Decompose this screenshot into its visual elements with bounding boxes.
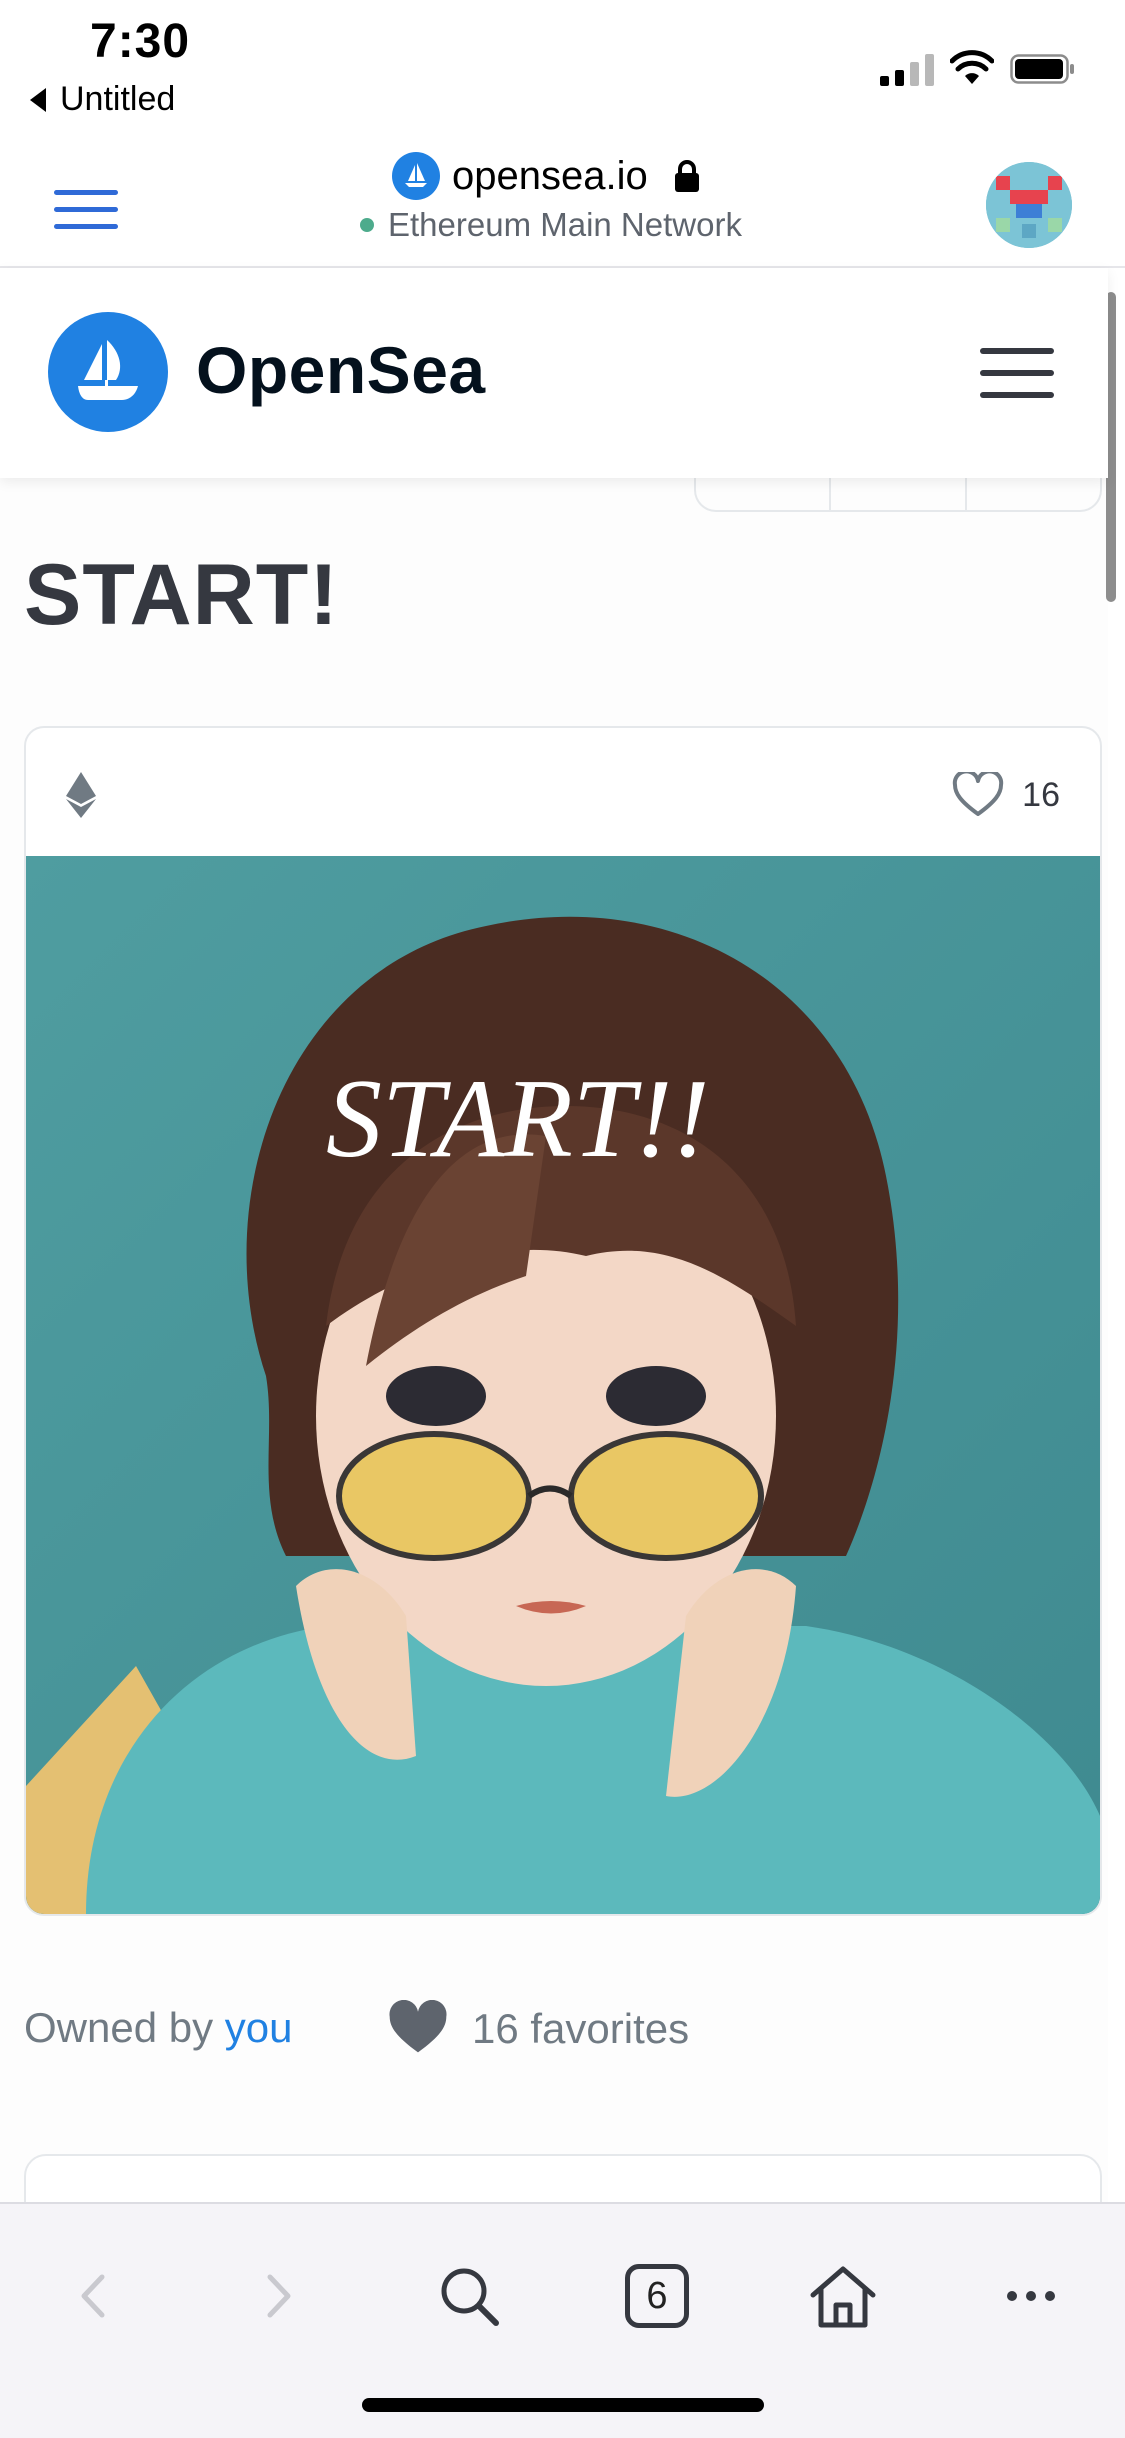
more-button[interactable] [986,2256,1076,2336]
heart-outline-icon [953,772,1004,816]
opensea-logo-icon[interactable] [48,312,168,432]
opensea-favicon-icon [392,152,440,200]
favorites-label: 16 favorites [472,2005,690,2052]
tabs-button[interactable]: 6 [612,2256,702,2336]
favorite-button[interactable]: 16 [952,772,1060,818]
back-link-label: Untitled [60,80,176,118]
account-avatar[interactable] [986,162,1072,248]
item-card: 16 START!! [24,726,1102,1916]
home-indicator[interactable] [362,2398,764,2412]
chevron-left-icon [81,2274,105,2318]
status-time: 7:30 [90,15,191,68]
search-icon [441,2268,499,2326]
tabs-icon: 6 [625,2264,689,2328]
favorite-count: 16 [1022,775,1060,814]
item-title: START! [24,547,339,643]
back-triangle-icon [30,87,46,112]
more-icon [1007,2291,1055,2301]
network-name: Ethereum Main Network [388,206,742,243]
network-status-dot [360,218,374,232]
wallet-browser-header: opensea.io Ethereum Main Network [0,150,1125,268]
search-button[interactable] [424,2256,514,2336]
network-indicator[interactable]: Ethereum Main Network [360,206,742,244]
cellular-signal-icon [880,52,934,86]
site-header: OpenSea [0,268,1108,478]
battery-icon [1010,54,1074,84]
back-to-app-link[interactable]: Untitled [30,80,175,119]
url-bar[interactable]: opensea.io [392,150,700,202]
forward-button[interactable] [234,2256,324,2336]
browser-menu-button[interactable] [54,190,118,230]
owner-info: Owned by you [24,2004,293,2052]
brand-name[interactable]: OpenSea [196,332,486,408]
ethereum-icon [66,772,96,818]
url-text: opensea.io [452,153,648,198]
heart-filled-icon [389,2000,447,2053]
lock-icon [674,160,699,192]
owner-prefix: Owned by [24,2004,214,2051]
chevron-right-icon [267,2274,291,2318]
owner-link[interactable]: you [225,2004,293,2051]
back-button[interactable] [48,2256,138,2336]
favorites-info: 16 favorites [386,2000,689,2058]
home-button[interactable] [798,2256,888,2336]
item-artwork-image[interactable]: START!! [26,856,1100,1914]
artwork-caption: START!! [326,1057,710,1181]
home-icon [810,2266,876,2328]
site-menu-button[interactable] [980,348,1054,398]
wifi-icon [950,50,994,84]
